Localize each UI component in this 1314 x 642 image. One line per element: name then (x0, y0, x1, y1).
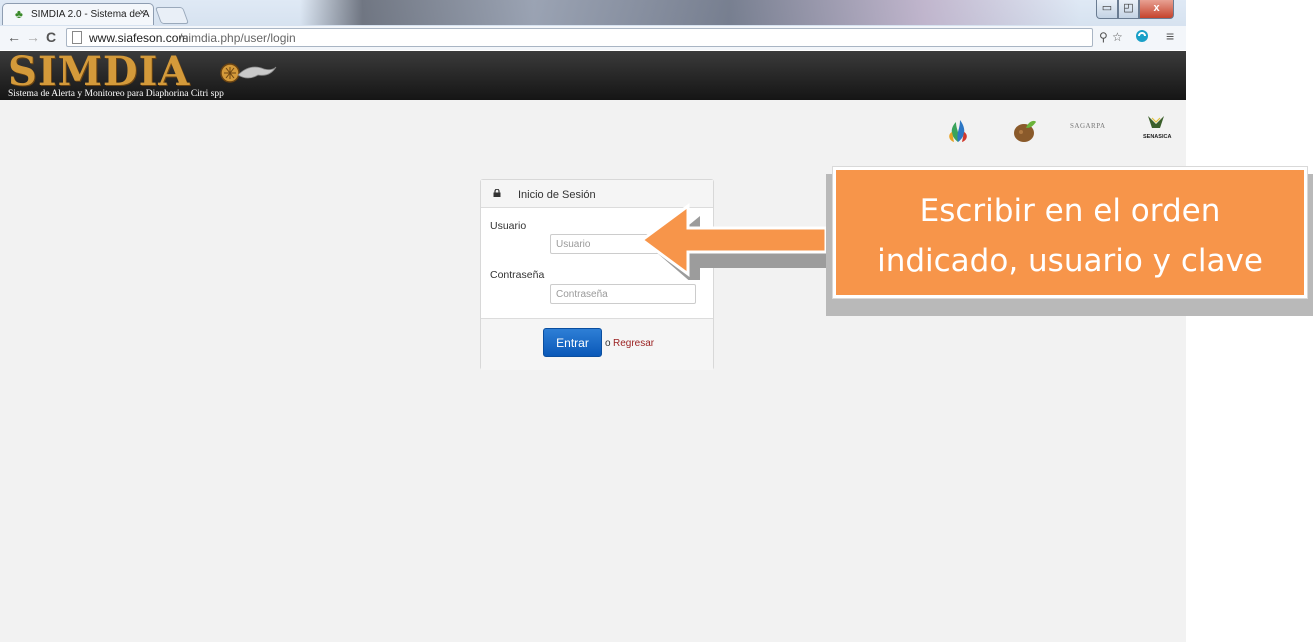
tab-close-icon[interactable]: × (139, 7, 145, 19)
back-link[interactable]: Regresar (613, 338, 654, 349)
or-text: o (605, 338, 611, 349)
senasica-logo: SENASICA (1143, 134, 1172, 140)
forward-arrow-icon[interactable]: → (26, 29, 40, 45)
login-submit-button[interactable]: Entrar (543, 328, 602, 357)
menu-icon[interactable]: ≡ (1166, 28, 1174, 44)
url-host: www.siafeson.com (89, 31, 189, 45)
close-window-button[interactable]: x (1139, 0, 1174, 19)
zoom-icon[interactable]: ⚲ (1099, 30, 1108, 44)
back-arrow-icon[interactable]: ← (7, 29, 21, 45)
bookmark-star-icon[interactable]: ☆ (1112, 30, 1123, 44)
password-input[interactable] (550, 284, 696, 304)
callout-line-2: indicado, usuario y clave (877, 243, 1263, 279)
site-header: SIMDIA Sistema de Alerta y Monitoreo par… (0, 51, 1186, 100)
logo-emblem-icon (220, 63, 277, 83)
minimize-button[interactable]: ▭ (1096, 0, 1118, 19)
title-bar: ♣ SIMDIA 2.0 - Sistema de A × ▭ ◰ x (0, 0, 1186, 25)
lock-icon (493, 189, 501, 197)
login-panel-footer: Entrar o Regresar (481, 318, 713, 370)
site-logo[interactable]: SIMDIA (8, 52, 190, 92)
site-favicon-icon: ♣ (15, 7, 23, 21)
browser-tab[interactable]: ♣ SIMDIA 2.0 - Sistema de A × (2, 3, 154, 25)
new-tab-button[interactable] (154, 7, 190, 24)
maximize-button[interactable]: ◰ (1118, 0, 1139, 19)
senasica-shield-icon (1148, 116, 1164, 128)
url-path: /simdia.php/user/login (179, 31, 296, 45)
password-label: Contraseña (490, 269, 545, 281)
page-icon (72, 31, 82, 44)
reload-icon[interactable]: C (46, 29, 56, 45)
annotation-callout: Escribir en el orden indicado, usuario y… (832, 166, 1308, 299)
login-panel-title: Inicio de Sesión (518, 189, 596, 201)
browser-toolbar: ← → C www.siafeson.com /simdia.php/user/… (0, 26, 1186, 50)
browser-chrome: ♣ SIMDIA 2.0 - Sistema de A × ▭ ◰ x ← → … (0, 0, 1186, 50)
sagarpa-leaf-logo-icon (949, 120, 967, 142)
site-tagline: Sistema de Alerta y Monitoreo para Diaph… (8, 89, 224, 99)
sagarpa-logo: SAGARPA (1070, 122, 1106, 130)
extension-icon[interactable] (1135, 29, 1149, 46)
username-label: Usuario (490, 220, 527, 232)
annotation-arrow-icon (639, 203, 836, 280)
screenshot: ♣ SIMDIA 2.0 - Sistema de A × ▭ ◰ x ← → … (0, 0, 1314, 642)
window-controls: ▭ ◰ x (1096, 0, 1174, 20)
callout-line-1: Escribir en el orden (919, 193, 1221, 229)
blurred-taskbar-background (300, 0, 1080, 25)
callout-text: Escribir en el orden indicado, usuario y… (836, 186, 1304, 286)
citrus-leaf-logo-icon (1014, 120, 1036, 142)
address-bar[interactable]: www.siafeson.com /simdia.php/user/login (66, 28, 1093, 47)
tab-title: SIMDIA 2.0 - Sistema de A (31, 9, 150, 20)
